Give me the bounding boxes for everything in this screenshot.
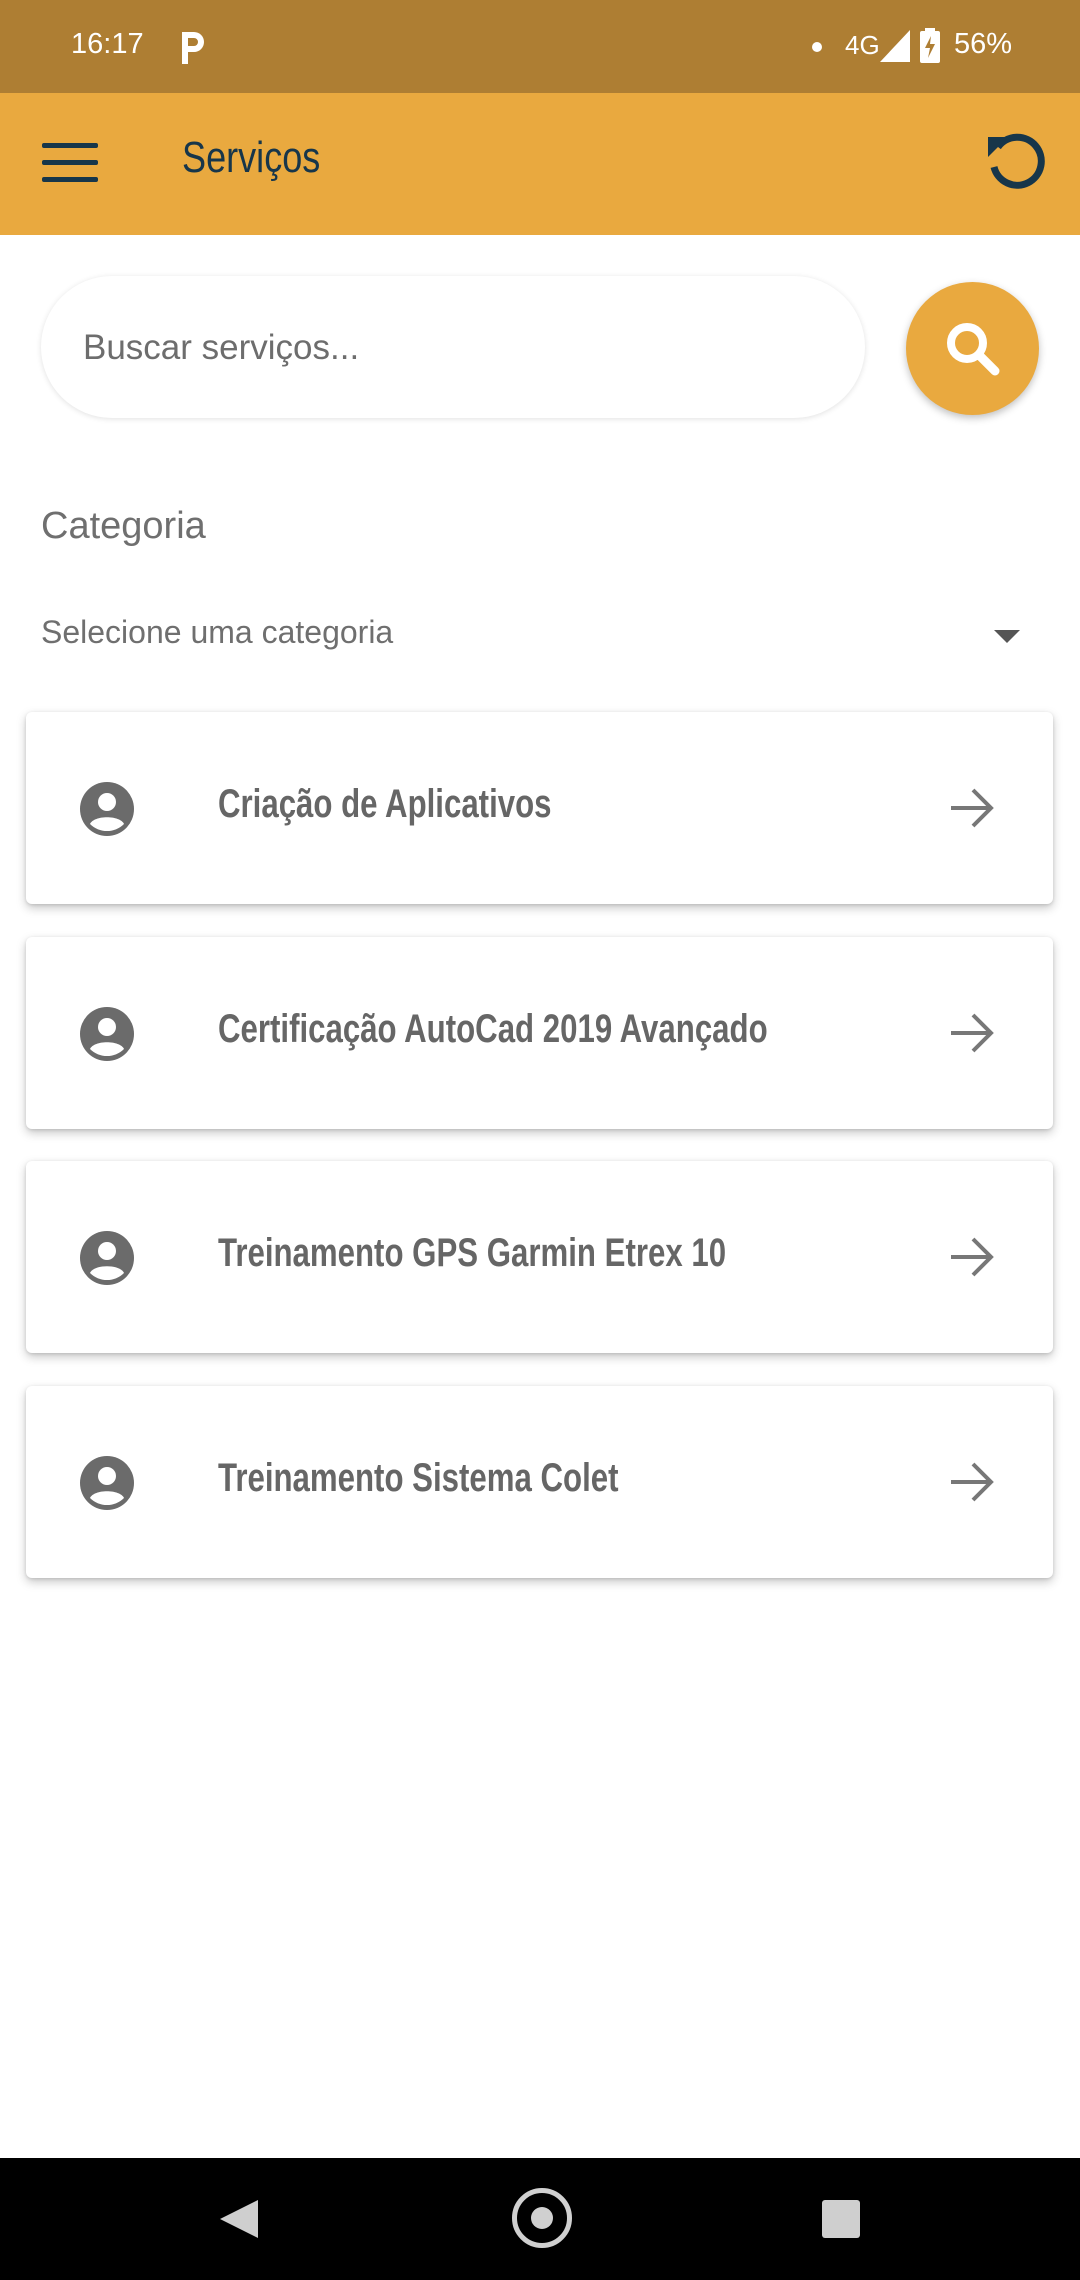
notification-dot-icon xyxy=(812,42,822,52)
account-circle-icon xyxy=(80,1007,134,1061)
service-title: Treinamento GPS Garmin Etrex 10 xyxy=(218,1231,727,1275)
service-card[interactable]: Criação de Aplicativos xyxy=(26,712,1053,904)
page-title: Serviços xyxy=(182,133,321,182)
service-title: Treinamento Sistema Colet xyxy=(218,1456,619,1500)
search-button[interactable] xyxy=(906,282,1039,415)
service-title: Criação de Aplicativos xyxy=(218,782,552,826)
network-type: 4G xyxy=(845,30,880,60)
recent-apps-icon[interactable] xyxy=(822,2200,860,2238)
service-title: Certificação AutoCad 2019 Avançado xyxy=(218,1007,768,1051)
status-time: 16:17 xyxy=(71,28,144,60)
system-nav-bar xyxy=(0,2158,1080,2280)
arrow-right-icon[interactable] xyxy=(949,787,995,829)
arrow-right-icon[interactable] xyxy=(949,1236,995,1278)
service-card[interactable]: Treinamento Sistema Colet xyxy=(26,1386,1053,1578)
search-bar xyxy=(41,276,865,420)
battery-charging-icon xyxy=(920,28,940,63)
search-input[interactable] xyxy=(81,276,845,420)
app-bar: Serviços xyxy=(0,93,1080,235)
battery-percent: 56% xyxy=(954,28,1013,60)
arrow-right-icon[interactable] xyxy=(949,1461,995,1503)
refresh-icon[interactable] xyxy=(986,133,1048,195)
status-bar: 16:17 4G 56% xyxy=(0,0,1080,93)
category-label: Categoria xyxy=(41,505,206,547)
menu-icon[interactable] xyxy=(40,141,100,185)
parking-app-icon xyxy=(182,32,204,64)
category-dropdown[interactable]: Selecione uma categoria xyxy=(41,610,1033,662)
dropdown-arrow-icon xyxy=(994,630,1020,643)
category-selected-value: Selecione uma categoria xyxy=(41,614,394,650)
home-icon[interactable] xyxy=(512,2188,572,2248)
arrow-right-icon[interactable] xyxy=(949,1012,995,1054)
account-circle-icon xyxy=(80,782,134,836)
back-icon[interactable] xyxy=(218,2198,260,2240)
account-circle-icon xyxy=(80,1231,134,1285)
signal-icon xyxy=(880,30,910,62)
service-card[interactable]: Certificação AutoCad 2019 Avançado xyxy=(26,937,1053,1129)
service-card[interactable]: Treinamento GPS Garmin Etrex 10 xyxy=(26,1161,1053,1353)
search-icon xyxy=(947,323,1000,376)
account-circle-icon xyxy=(80,1456,134,1510)
